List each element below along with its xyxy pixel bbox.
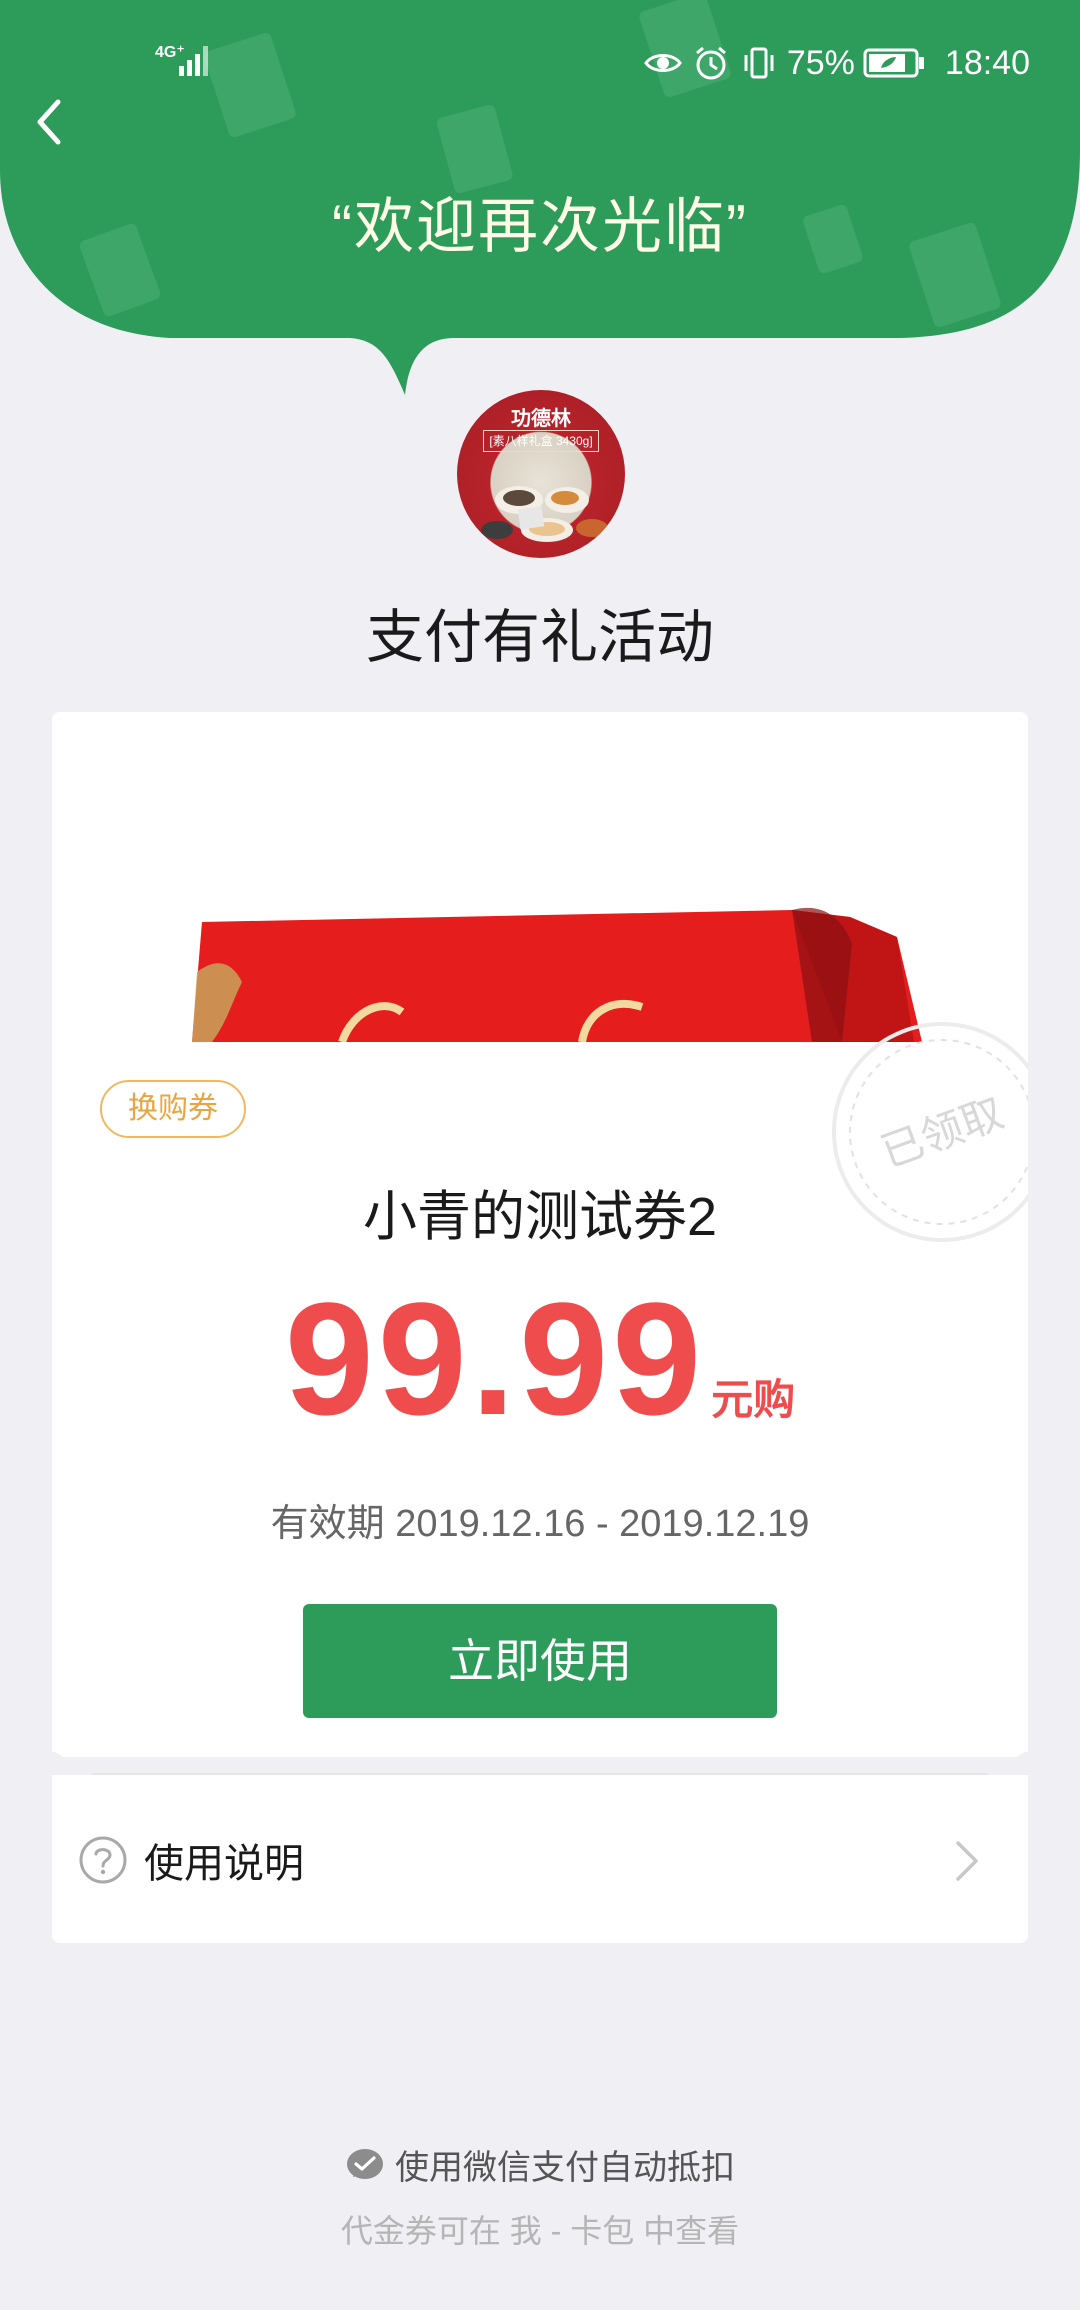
- coupon-price: 99.99: [284, 1269, 706, 1448]
- clock: 18:40: [944, 43, 1030, 82]
- welcome-message: “欢迎再次光临”: [332, 193, 748, 260]
- alarm-icon: [695, 46, 726, 80]
- auto-deduct-text: 使用微信支付自动抵扣: [395, 2149, 735, 2187]
- validity-period: 有效期 2019.12.16 - 2019.12.19: [270, 1503, 810, 1545]
- usage-instructions-label: 使用说明: [144, 1842, 304, 1886]
- eye-comfort-icon: [644, 54, 682, 72]
- coupon-main: 换购券 已领取 小青的测试券2 99.99 元购 有效期 2019.12.16 -…: [52, 712, 1028, 1757]
- price-unit: 元购: [711, 1376, 796, 1423]
- auto-deduct-note: 使用微信支付自动抵扣: [0, 2140, 1080, 2189]
- status-bar: 4G⁺ 75% 18:40: [0, 0, 1080, 120]
- usage-instructions-row[interactable]: 使用说明: [52, 1775, 1028, 1943]
- vibrate-icon: [744, 47, 774, 79]
- chevron-right-icon: [956, 1841, 978, 1881]
- coupon-type-badge: 换购券: [100, 1080, 246, 1138]
- coupon-card: 换购券 已领取 小青的测试券2 99.99 元购 有效期 2019.12.16 -…: [38, 712, 1042, 1943]
- price-row: 99.99 元购: [52, 1267, 1028, 1451]
- battery-icon: [863, 48, 924, 78]
- claimed-stamp-text: 已领取: [875, 1088, 1010, 1177]
- signal-indicator: 4G⁺: [155, 38, 225, 78]
- merchant-avatar: 功德林 [素八样礼盒 3430g]: [457, 390, 625, 558]
- gift-box-food-icon: [481, 486, 608, 542]
- battery-percent: 75%: [786, 43, 855, 82]
- back-button[interactable]: [22, 92, 82, 152]
- coupon-footer: 使用说明: [52, 1775, 1028, 1943]
- help-icon: [79, 1836, 127, 1884]
- header-banner: 4G⁺ 75% 18:40 “欢迎再次光临”: [0, 0, 1080, 395]
- chevron-left-icon: [37, 99, 61, 145]
- use-now-button[interactable]: 立即使用: [303, 1604, 777, 1718]
- card-pack-hint: 代金券可在 我 - 卡包 中查看: [340, 2213, 740, 2249]
- activity-title: 支付有礼活动: [365, 605, 714, 670]
- status-icons: 75% 18:40: [643, 42, 1030, 84]
- wechat-pay-icon: [347, 2148, 383, 2179]
- coupon-title: 小青的测试券2: [362, 1187, 718, 1247]
- signal-bars-icon: [179, 46, 208, 76]
- product-image: [52, 712, 1028, 1042]
